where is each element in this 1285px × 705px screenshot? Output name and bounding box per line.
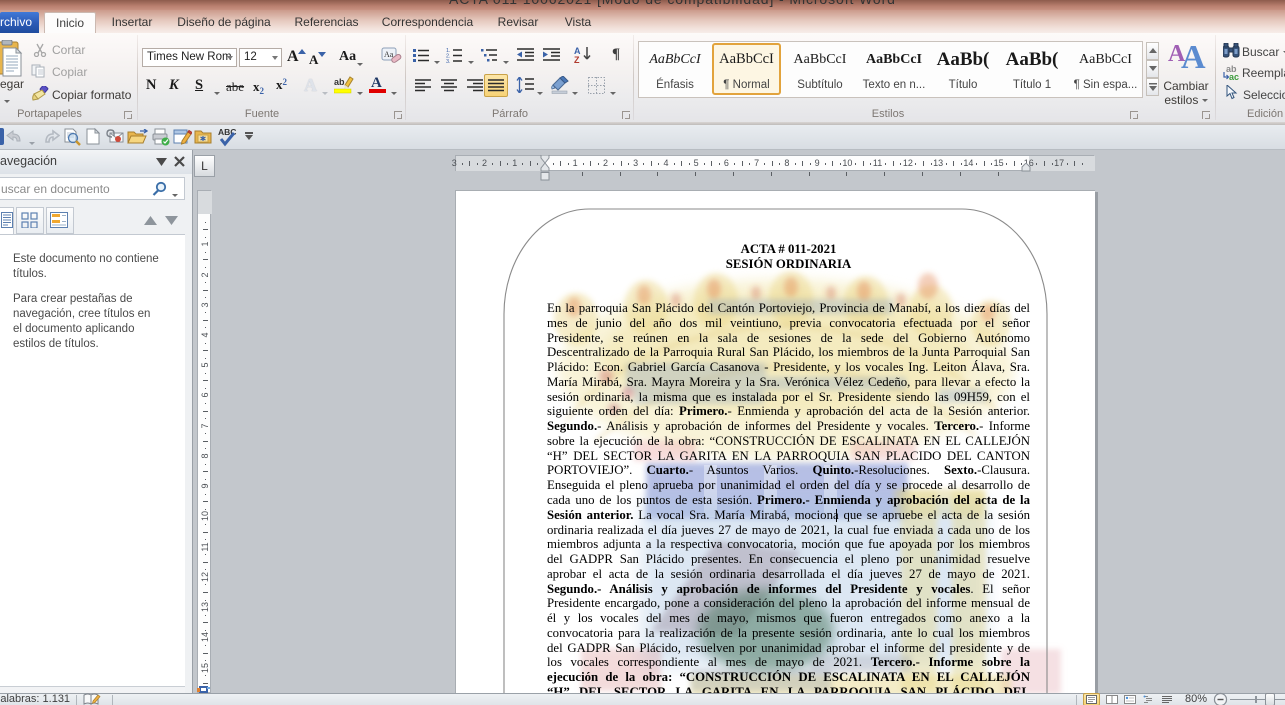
svg-text:Z: Z xyxy=(574,55,580,64)
svg-text:ab: ab xyxy=(334,77,345,87)
svg-text:3.: 3. xyxy=(446,59,451,63)
svg-text:ac: ac xyxy=(1229,72,1239,81)
